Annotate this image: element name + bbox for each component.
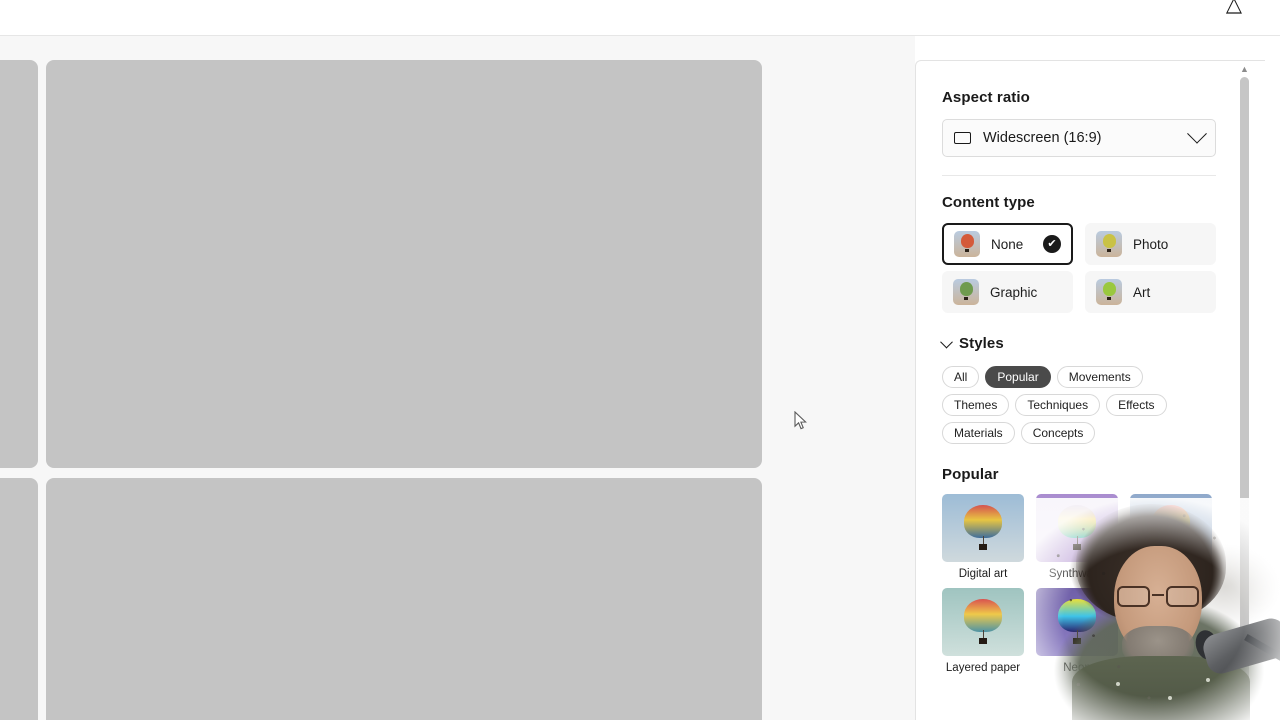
style-item-watercolor[interactable]: Watercolor [1130,494,1212,580]
content-type-label: Art [1133,284,1151,300]
content-type-grid: None ✔ Photo Graphic Art [942,223,1216,313]
style-label: Neon [1063,662,1091,674]
style-chip-popular[interactable]: Popular [985,366,1051,388]
aspect-ratio-heading: Aspect ratio [942,89,1030,106]
popular-style-grid: Digital art Synthwave Watercolor Layered… [942,494,1216,674]
panel-divider [942,175,1216,176]
style-filter-chips: All Popular Movements Themes Techniques … [942,366,1216,444]
content-type-option-art[interactable]: Art [1085,271,1216,313]
content-card-main-bottom[interactable] [46,478,762,720]
scrollbar-thumb[interactable] [1240,77,1249,697]
chevron-down-icon [1187,123,1207,144]
chevron-down-icon [940,335,953,349]
content-type-label: Graphic [990,284,1038,300]
style-thumbnail [942,494,1024,562]
style-chip-effects[interactable]: Effects [1106,394,1167,416]
styles-heading: Styles [959,335,1004,352]
style-chip-techniques[interactable]: Techniques [1015,394,1101,416]
content-type-heading: Content type [942,194,1035,211]
check-icon: ✔ [1043,235,1061,253]
content-card-left-bottom[interactable] [0,478,38,720]
style-chip-themes[interactable]: Themes [942,394,1010,416]
style-label: Watercolor [1143,568,1199,580]
settings-panel: Aspect ratio Widescreen (16:9) Content t… [915,60,1265,720]
style-label: Digital art [958,568,1008,580]
app-root: △ Aspect ratio Widescreen (16:9) Content… [0,0,1280,720]
popular-heading: Popular [942,466,999,483]
content-card-left-top[interactable] [0,60,38,468]
style-chip-materials[interactable]: Materials [942,422,1015,444]
content-type-option-photo[interactable]: Photo [1085,223,1216,265]
style-label: Synthwave [1048,568,1106,580]
style-item-digital-art[interactable]: Digital art [942,494,1024,580]
balloon-thumb-icon [953,279,979,305]
styles-section-toggle[interactable]: Styles [940,335,1216,352]
style-item-synthwave[interactable]: Synthwave [1036,494,1118,580]
aspect-ratio-select[interactable]: Widescreen (16:9) [942,119,1216,157]
aspect-ratio-value: Widescreen (16:9) [983,130,1102,146]
workspace-canvas [0,36,915,720]
panel-scrollbar[interactable]: ▲ [1238,61,1251,720]
style-label: Layered paper [945,662,1021,674]
content-card-main-top[interactable] [46,60,762,468]
style-item-layered-paper[interactable]: Layered paper [942,588,1024,674]
style-chip-concepts[interactable]: Concepts [1020,422,1096,444]
content-type-label: Photo [1133,236,1169,252]
cursor-glyph-icon: △ [1225,0,1243,16]
style-chip-movements[interactable]: Movements [1056,366,1143,388]
balloon-thumb-icon [1096,231,1122,257]
settings-panel-content: Aspect ratio Widescreen (16:9) Content t… [916,61,1242,720]
style-thumbnail [1036,588,1118,656]
balloon-thumb-icon [1096,279,1122,305]
rectangle-icon [954,132,971,144]
balloon-thumb-icon [954,231,980,257]
style-thumbnail [1130,494,1212,562]
style-thumbnail [942,588,1024,656]
scroll-up-arrow-icon[interactable]: ▲ [1238,63,1251,76]
content-type-option-graphic[interactable]: Graphic [942,271,1073,313]
style-thumbnail [1036,494,1118,562]
content-type-label: None [991,236,1024,252]
style-chip-all[interactable]: All [942,366,980,388]
top-app-bar: △ [0,0,1280,36]
content-type-option-none[interactable]: None ✔ [942,223,1073,265]
style-item-neon[interactable]: Neon [1036,588,1118,674]
